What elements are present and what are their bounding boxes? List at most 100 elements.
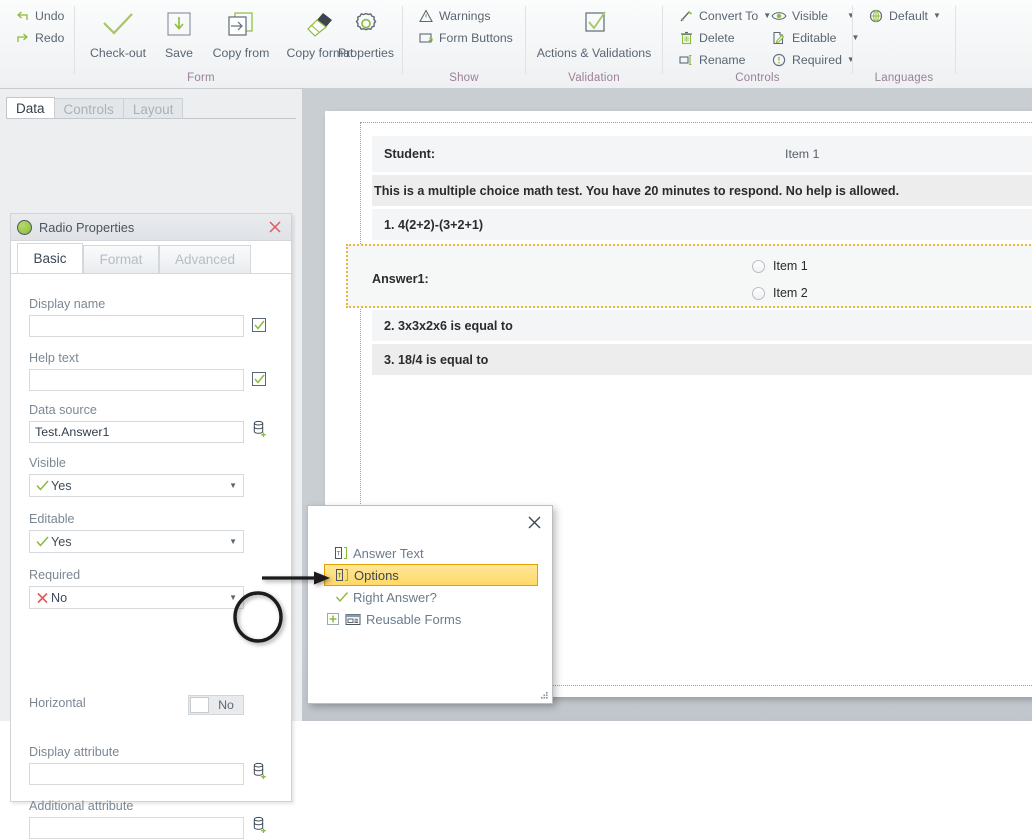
check-icon [333, 590, 350, 605]
tab-controls[interactable]: Controls [53, 98, 124, 119]
redo-label: Redo [35, 31, 65, 45]
display-attribute-input[interactable] [29, 763, 244, 785]
visible-button[interactable]: Visible ▼ [771, 8, 855, 24]
plus-icon[interactable] [326, 612, 339, 627]
copy-from-label: Copy from [212, 46, 270, 60]
wand-icon [678, 8, 694, 24]
properties-subtabs: Basic Format Advanced [11, 241, 291, 274]
undo-label: Undo [35, 9, 65, 23]
text-attribute-icon: T [333, 546, 350, 561]
attribute-tree: T Answer Text T Options Right Answer? Re… [324, 542, 538, 630]
svg-text:T: T [337, 574, 341, 580]
tree-node-right-answer[interactable]: Right Answer? [324, 586, 538, 608]
horizontal-toggle[interactable]: No [188, 695, 244, 715]
check-out-label: Check-out [89, 46, 147, 60]
tab-underline [6, 118, 296, 119]
tab-data[interactable]: Data [6, 97, 55, 119]
check-icon [34, 536, 51, 547]
subtab-format[interactable]: Format [83, 245, 159, 274]
ribbon-group-label-show: Show [449, 72, 479, 84]
form-buttons-label: Form Buttons [439, 31, 513, 45]
convert-to-button[interactable]: Convert To ▼ [678, 8, 771, 24]
question-3-text: 3. 18/4 is equal to [384, 353, 489, 367]
checkbox-check-icon [526, 4, 662, 44]
visible-field-label: Visible [29, 456, 66, 470]
visible-select[interactable]: Yes ▼ [29, 474, 244, 497]
actions-validations-button[interactable]: Actions & Validations [526, 4, 662, 60]
chevron-down-icon: ▼ [932, 11, 941, 20]
cross-icon [34, 592, 51, 604]
tab-layout[interactable]: Layout [122, 98, 184, 119]
editable-label: Editable [792, 31, 837, 45]
additional-attribute-input[interactable] [29, 817, 244, 839]
subtab-underline [11, 273, 291, 274]
additional-attribute-picker-icon[interactable] [252, 816, 268, 834]
close-properties-button[interactable] [266, 218, 284, 236]
required-select[interactable]: No ▼ [29, 586, 244, 609]
radio-option-1[interactable]: Item 1 [752, 259, 808, 273]
ribbon-group-validation: Actions & Validations Validation [526, 0, 662, 88]
subtab-advanced[interactable]: Advanced [159, 245, 251, 274]
display-attribute-label: Display attribute [29, 745, 120, 759]
required-field-label: Required [29, 568, 81, 582]
additional-attribute-label: Additional attribute [29, 799, 134, 813]
editable-button[interactable]: Editable ▼ [771, 30, 859, 46]
redo-button[interactable]: Redo [14, 30, 64, 46]
exclamation-circle-icon [771, 52, 787, 68]
student-label: Student: [384, 147, 436, 161]
help-text-multilang-checkbox[interactable] [252, 372, 266, 386]
resize-grip-icon[interactable] [539, 690, 549, 700]
display-attribute-picker-icon[interactable] [252, 762, 268, 780]
selected-radio-control[interactable]: Answer1: Item 1 Item 2 [346, 244, 1032, 308]
warnings-button[interactable]: Warnings [418, 8, 490, 24]
save-button[interactable]: Save [154, 4, 204, 60]
chevron-down-icon: ▼ [763, 11, 772, 20]
properties-button[interactable]: Properties [330, 4, 402, 60]
redo-icon [14, 30, 30, 46]
form-row-question-2[interactable]: 2. 3x3x2x6 is equal to [372, 310, 1032, 342]
form-row-question-1[interactable]: 1. 4(2+2)-(3+2+1) [372, 209, 1032, 241]
delete-label: Delete [699, 31, 735, 45]
tree-node-reusable-forms[interactable]: Reusable Forms [324, 608, 538, 630]
gear-icon [330, 4, 402, 44]
radio-option-2[interactable]: Item 2 [752, 286, 808, 300]
form-row-question-3[interactable]: 3. 18/4 is equal to [372, 344, 1032, 376]
svg-text:T: T [336, 552, 340, 558]
help-text-input[interactable] [29, 369, 244, 391]
rename-button[interactable]: Rename [678, 52, 745, 68]
editable-field-label: Editable [29, 512, 75, 526]
checkmark-icon [82, 4, 154, 44]
radio-option-2-label: Item 2 [773, 286, 808, 300]
attribute-picker-dialog[interactable]: T Answer Text T Options Right Answer? Re… [307, 505, 553, 704]
text-attribute-icon: T [334, 568, 351, 583]
required-button[interactable]: Required ▼ [771, 52, 855, 68]
data-source-picker-icon[interactable] [252, 420, 268, 438]
data-source-input[interactable] [29, 421, 244, 443]
display-name-input[interactable] [29, 315, 244, 337]
form-row-student[interactable]: Student: Item 1 [372, 136, 1032, 173]
copy-from-icon [204, 4, 278, 44]
form-row-intro[interactable]: This is a multiple choice math test. You… [372, 175, 1032, 207]
tree-node-options[interactable]: T Options [324, 564, 538, 586]
undo-button[interactable]: Undo [14, 8, 64, 24]
help-text-label: Help text [29, 351, 79, 365]
delete-button[interactable]: Delete [678, 30, 735, 46]
default-language-button[interactable]: Default ▼ [868, 8, 941, 24]
undo-icon [14, 8, 30, 24]
check-out-button[interactable]: Check-out [82, 4, 154, 60]
display-name-multilang-checkbox[interactable] [252, 318, 266, 332]
left-properties-pane: Data Controls Layout Radio Properties Ba… [0, 89, 302, 839]
convert-to-label: Convert To [699, 9, 759, 23]
radio-circle-icon [752, 286, 765, 300]
form-buttons-icon [418, 30, 434, 46]
subtab-basic[interactable]: Basic [17, 243, 83, 274]
data-source-label: Data source [29, 403, 97, 417]
close-dialog-button[interactable] [524, 512, 544, 532]
radio-option-1-label: Item 1 [773, 259, 808, 273]
editable-select[interactable]: Yes ▼ [29, 530, 244, 553]
properties-title: Radio Properties [39, 219, 135, 235]
horizontal-label: Horizontal [29, 696, 86, 710]
form-buttons-button[interactable]: Form Buttons [418, 30, 513, 46]
copy-from-button[interactable]: Copy from [204, 4, 278, 60]
tree-node-answer-text[interactable]: T Answer Text [324, 542, 538, 564]
